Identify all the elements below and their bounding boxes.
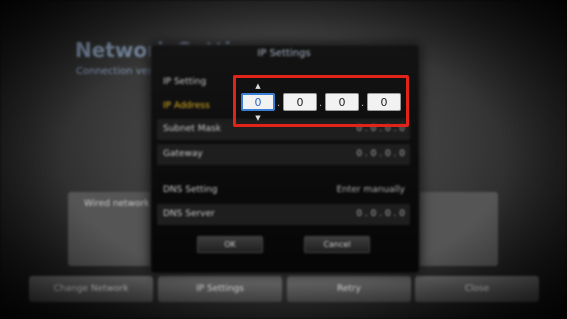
dns-server-label: DNS Server [163, 209, 215, 219]
ip-settings-button[interactable]: IP Settings [158, 276, 282, 302]
gateway-value: 0 . 0 . 0 . 0 [356, 149, 405, 159]
tv-screen-background: Network Settings Connection verif Wired … [0, 0, 567, 319]
subnet-mask-label: Subnet Mask [163, 124, 221, 134]
dns-setting-value[interactable]: Enter manually [336, 185, 405, 195]
ok-button[interactable]: OK [197, 236, 263, 253]
change-network-button[interactable]: Change Network [29, 276, 153, 302]
ip-address-label[interactable]: IP Address [163, 101, 210, 111]
retry-button[interactable]: Retry [287, 276, 411, 302]
dialog-title: IP Settings [257, 48, 311, 59]
highlight-box [233, 75, 409, 127]
status-text: Wired network c [84, 199, 158, 209]
ip-setting-label[interactable]: IP Setting [163, 77, 206, 87]
dns-setting-label[interactable]: DNS Setting [163, 185, 217, 195]
cancel-button[interactable]: Cancel [304, 236, 370, 253]
close-button[interactable]: Close [415, 276, 539, 302]
page-subtitle: Connection verif [76, 66, 159, 77]
gateway-label: Gateway [163, 149, 203, 159]
dns-server-value: 0 . 0 . 0 . 0 [356, 209, 405, 219]
